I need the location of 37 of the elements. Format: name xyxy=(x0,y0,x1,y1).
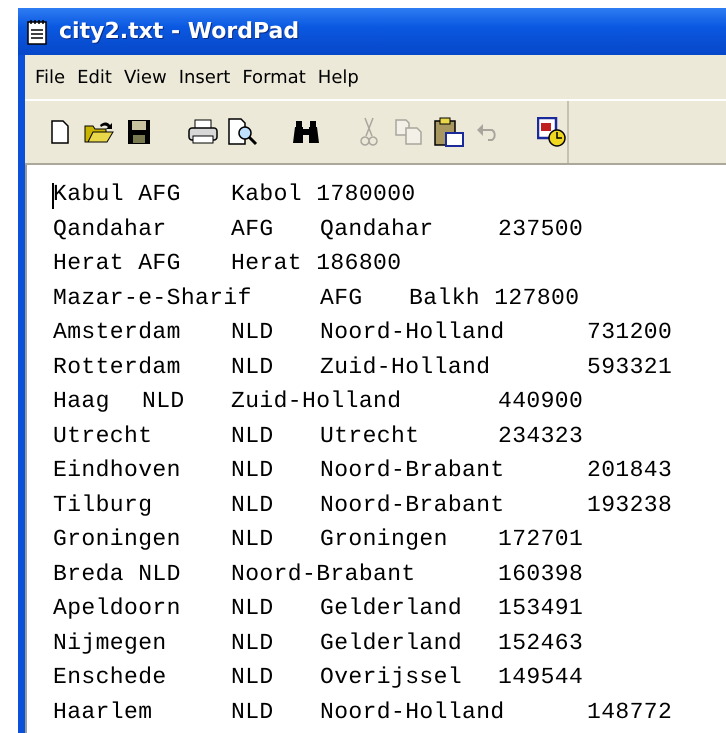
text-line: Tilburg NLD Noord-Brabant 193238 xyxy=(53,490,674,520)
text-line: Herat AFG Herat 186800 xyxy=(53,249,402,278)
toolbar-button[interactable] xyxy=(536,116,567,148)
menu-item[interactable]: View xyxy=(118,62,173,92)
text-line: Breda NLD Noord-Brabant 160398 xyxy=(53,560,584,588)
scissors-icon xyxy=(359,117,380,147)
text-line: Apeldoorn NLD Gelderland 153491 xyxy=(53,594,584,623)
text-line: Kabul AFG Kabol 1780000 xyxy=(53,180,417,211)
menu-item[interactable]: Help xyxy=(312,62,365,92)
toolbar-button[interactable] xyxy=(228,116,258,148)
open-folder-icon xyxy=(84,120,114,144)
print-preview-icon xyxy=(228,118,258,146)
text-line: Utrecht NLD Utrecht 234323 xyxy=(53,422,584,450)
binoculars-icon xyxy=(292,119,320,145)
printer-icon xyxy=(188,119,218,145)
menu-item[interactable]: File xyxy=(29,62,72,92)
text-line: Rotterdam NLD Zuid-Holland 593321 xyxy=(53,352,674,382)
text-line: Groningen NLD Groningen 172701 xyxy=(53,525,584,554)
text-line: Haarlem NLD Noord-Holland 148772 xyxy=(53,698,674,726)
calendar-clock-icon xyxy=(536,117,567,147)
menu-item[interactable]: Edit xyxy=(71,62,118,92)
menu-item[interactable]: Format xyxy=(236,62,312,92)
new-document-icon xyxy=(50,120,69,144)
copy-icon xyxy=(394,119,423,145)
clipboard-icon xyxy=(434,117,464,147)
text-line: Haag NLD Zuid-Holland 440900 xyxy=(53,387,584,416)
text-line: Nijmegen NLD Gelderland 152463 xyxy=(53,628,584,658)
text-cursor xyxy=(52,183,54,209)
text-line: Enschede NLD Overijssel 149544 xyxy=(53,663,584,692)
text-line: Qandahar AFG Qandahar 237500 xyxy=(53,214,584,244)
window-title: city2.txt - WordPad xyxy=(59,19,300,44)
text-line: Amsterdam NLD Noord-Holland 731200 xyxy=(53,318,674,347)
menu-item[interactable]: Insert xyxy=(172,62,236,92)
text-line: Mazar-e-Sharif AFG Balkh 127800 xyxy=(53,284,580,312)
text-line: Eindhoven NLD Noord-Brabant 201843 xyxy=(53,456,674,485)
notepad-icon xyxy=(27,18,47,44)
toolbar-button[interactable] xyxy=(434,116,464,148)
